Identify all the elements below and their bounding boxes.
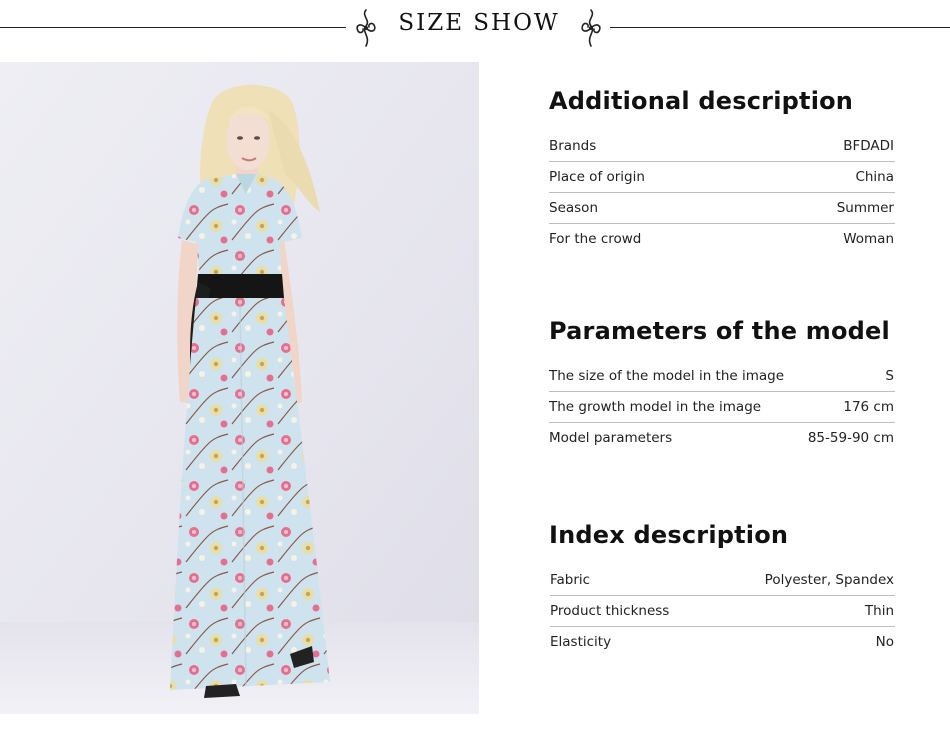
spec-value: Summer [836,200,894,216]
model-photo [0,62,479,714]
header-divider-right [610,27,950,28]
model-parameters-section: Parameters of the model The size of the … [549,311,895,453]
spec-value: China [855,169,894,185]
spec-label: Place of origin [549,169,645,185]
spec-row-place-of-origin: Place of origin China [549,162,895,193]
spec-value: 85-59-90 cm [807,430,894,446]
spec-row-model-measurements: Model parameters 85-59-90 cm [549,423,895,453]
header-divider-left [0,27,346,28]
spec-label: The size of the model in the image [549,368,785,384]
spec-value: S [885,368,894,384]
additional-description-section: Additional description Brands BFDADI Pla… [549,81,895,254]
spec-row-elasticity: Elasticity No [550,627,895,657]
spec-value: Thin [864,603,894,619]
spec-value: Woman [843,231,894,247]
spec-table: The size of the model in the image S The… [549,361,895,453]
spec-row-model-size: The size of the model in the image S [549,361,895,392]
spec-row-product-thickness: Product thickness Thin [550,596,895,627]
spec-label: Model parameters [549,430,673,446]
spec-label: Elasticity [550,634,612,650]
spec-value: Polyester, Spandex [764,572,894,588]
section-title: Additional description [549,87,854,115]
spec-label: For the crowd [549,231,642,247]
spec-row-for-the-crowd: For the crowd Woman [549,224,895,254]
spec-label: Product thickness [550,603,670,619]
spec-table: Brands BFDADI Place of origin China Seas… [549,131,895,254]
spec-row-season: Season Summer [549,193,895,224]
spec-row-brands: Brands BFDADI [549,131,895,162]
spec-label: Brands [549,138,597,154]
index-description-section: Index description Fabric Polyester, Span… [549,515,895,657]
page-title: SIZE SHOW [398,10,560,36]
spec-value: BFDADI [843,138,894,154]
section-title: Parameters of the model [549,317,890,345]
spec-label: Fabric [550,572,591,588]
spec-table: Fabric Polyester, Spandex Product thickn… [549,565,895,657]
spec-label: Season [549,200,598,216]
spec-label: The growth model in the image [549,399,762,415]
spec-row-model-height: The growth model in the image 176 cm [549,392,895,423]
flourish-ornament-icon [356,9,376,47]
spec-value: No [875,634,894,650]
flourish-ornament-icon [581,9,601,47]
size-show-header: SIZE SHOW [0,0,950,56]
section-title: Index description [549,521,789,549]
spec-row-fabric: Fabric Polyester, Spandex [550,565,895,596]
spec-value: 176 cm [843,399,894,415]
